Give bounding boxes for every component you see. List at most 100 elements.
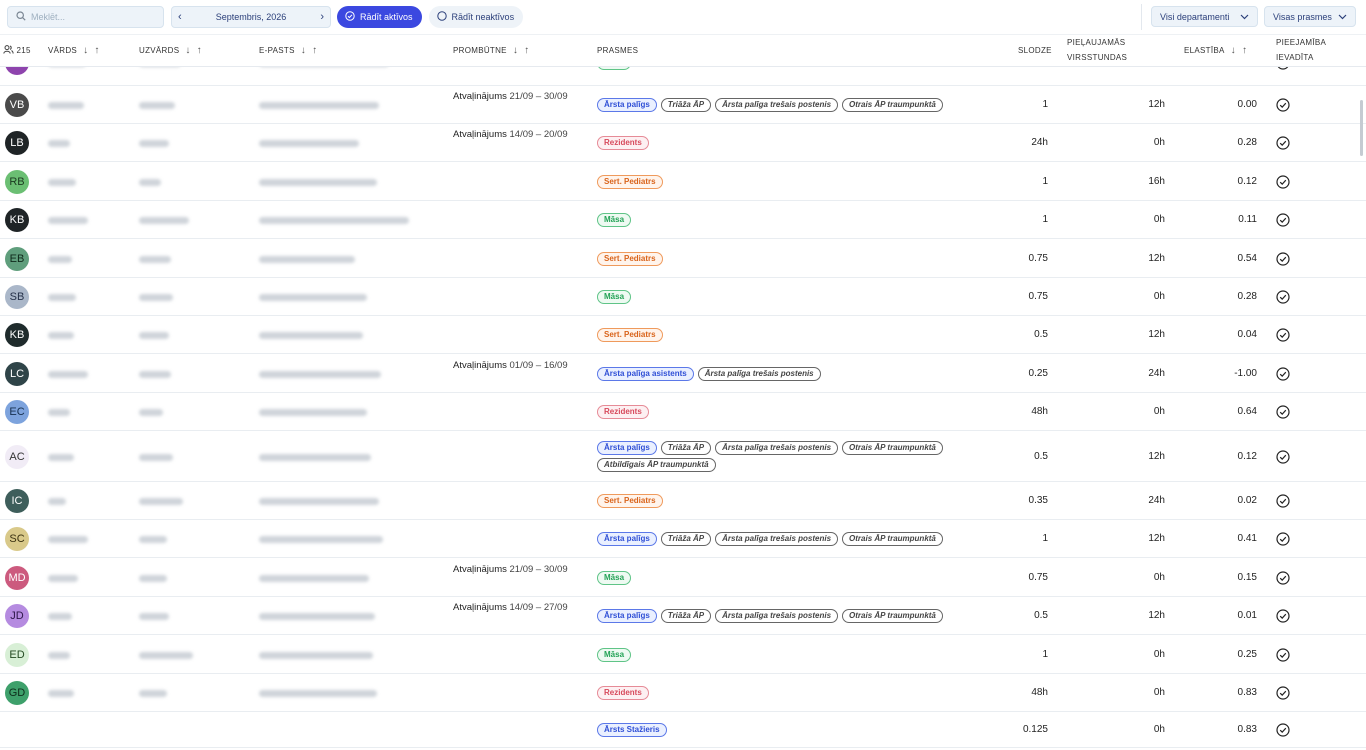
surname-placeholder — [139, 613, 169, 620]
sort-desc-icon[interactable]: ↓ — [513, 45, 518, 56]
table-row[interactable]: EB Sert. Pediatrs 0.75 12h 0.54 — [0, 239, 1366, 278]
absence-type: Atvaļinājums — [453, 563, 507, 575]
overtime-value: 0h — [1153, 571, 1165, 583]
skill-chip: Ārsta palīgs — [597, 440, 657, 455]
column-absence[interactable]: Prombūtne ↓ ↑ — [453, 43, 529, 59]
skills-list: Rezidents — [597, 405, 987, 419]
email-placeholder — [259, 102, 379, 109]
load-value: 48h — [1031, 406, 1048, 417]
skill-chip: Māsa — [597, 570, 632, 585]
sort-asc-icon[interactable]: ↑ — [524, 45, 529, 56]
table-row[interactable]: SC Ārsta palīgs Triāža ĀP Ārsta palīga treš… — [0, 520, 1366, 558]
sort-desc-icon[interactable]: ↓ — [1231, 45, 1236, 56]
departments-dropdown[interactable]: Visi departamenti — [1151, 6, 1258, 27]
surname-placeholder — [139, 102, 175, 109]
skill-chip: Otrais ĀP traumpunktā — [842, 609, 943, 623]
table-row[interactable]: IC Sert. Pediatrs 0.35 24h 0.02 — [0, 482, 1366, 520]
absence-dates: 01/09 – 16/09 — [509, 359, 568, 371]
column-skills: Prasmes — [597, 46, 639, 55]
name-placeholder — [48, 178, 76, 186]
absence-dates: 14/09 – 27/09 — [509, 602, 568, 613]
name-placeholder — [48, 613, 72, 620]
email-placeholder — [259, 217, 409, 224]
skill-chip: Atbildīgais ĀP traumpunktā — [597, 457, 716, 472]
table-row[interactable]: KB Sert. Pediatrs 0.5 12h 0.04 — [0, 316, 1366, 354]
email-placeholder — [259, 409, 367, 416]
flex-value: 0.00 — [1237, 99, 1257, 110]
absence-dates: 14/09 – 20/09 — [509, 129, 568, 140]
table-row[interactable]: GD Rezidents 48h 0h 0.83 — [0, 674, 1366, 712]
table-row[interactable]: KB Māsa 1 0h 0.11 — [0, 201, 1366, 239]
table-row[interactable]: LB Atvaļinājums 14/09 – 20/09 Rezidents 24h… — [0, 124, 1366, 162]
overtime-value: 12h — [1148, 610, 1165, 621]
table-row[interactable]: AC Ārsta palīgs Triāža ĀP Ārsta palīga treš… — [0, 431, 1366, 482]
table-row[interactable]: LC Atvaļinājums 01/09 – 16/09 Ārsta palīga… — [0, 354, 1366, 393]
skills-list: Ārsta palīgs Triāža ĀP Ārsta palīga trešai… — [597, 440, 987, 472]
column-availability-line2: ievadīta — [1276, 53, 1314, 62]
avatar: EB — [5, 246, 29, 271]
table-row[interactable]: ED Māsa 1 0h 0.25 — [0, 635, 1366, 674]
email-placeholder — [259, 651, 373, 659]
sort-asc-icon[interactable]: ↑ — [1242, 45, 1247, 56]
overtime-value: 24h — [1148, 367, 1165, 379]
column-surname[interactable]: Uzvārds ↓ ↑ — [139, 43, 202, 59]
table-row[interactable]: SB Māsa 0.75 0h 0.28 — [0, 278, 1366, 316]
email-placeholder — [259, 294, 367, 301]
table-row[interactable]: EC Rezidents 48h 0h 0.64 — [0, 393, 1366, 431]
load-value: 1 — [1042, 99, 1048, 110]
next-month-icon[interactable]: › — [320, 11, 324, 23]
sort-asc-icon[interactable]: ↑ — [312, 45, 317, 56]
search-input[interactable] — [31, 12, 151, 22]
table-row[interactable]: VB Atvaļinājums 21/09 – 30/09 Ārsta palīgs… — [0, 86, 1366, 124]
skill-chip: Rezidents — [597, 686, 649, 700]
table-row[interactable]: MD Atvaļinājums 21/09 – 30/09 Māsa 0.75 0h 0.… — [0, 558, 1366, 597]
sort-asc-icon[interactable]: ↑ — [197, 45, 202, 56]
check-circle-icon — [1276, 98, 1290, 117]
surname-placeholder — [139, 217, 189, 224]
skill-chip: Māsa — [597, 290, 632, 304]
column-email[interactable]: E-pasts ↓ ↑ — [259, 43, 317, 59]
column-flex[interactable]: Elastība ↓ ↑ — [1184, 43, 1247, 59]
scrollbar[interactable] — [1360, 100, 1363, 156]
email-placeholder — [259, 332, 363, 339]
skill-chip: Triāža ĀP — [660, 98, 712, 112]
column-name[interactable]: Vārds ↓ ↑ — [48, 43, 100, 59]
table-row[interactable]: RB Sert. Pediatrs 1 16h 0.12 — [0, 162, 1366, 201]
overtime-value: 12h — [1148, 533, 1165, 544]
skill-chip: Ārsta palīga trešais postenis — [715, 440, 839, 455]
prev-month-icon[interactable]: ‹ — [178, 11, 182, 23]
skills-list: Ārsta palīgs Triāža ĀP Ārsta palīga trešai… — [597, 609, 987, 623]
sort-desc-icon[interactable]: ↓ — [301, 45, 306, 56]
show-active-button[interactable]: Rādīt aktīvos — [337, 6, 422, 28]
surname-placeholder — [139, 255, 171, 263]
email-placeholder — [259, 498, 379, 505]
skills-list: Māsa — [597, 570, 987, 585]
surname-placeholder — [139, 536, 167, 543]
people-icon — [3, 45, 14, 54]
sort-desc-icon[interactable]: ↓ — [83, 45, 88, 56]
surname-placeholder — [139, 498, 183, 505]
overtime-value: 12h — [1148, 99, 1165, 110]
flex-value: 0.15 — [1237, 571, 1257, 583]
table-row[interactable]: Ārsts Stažieris 0.125 0h 0.83 — [0, 712, 1366, 748]
table-row[interactable]: JD Atvaļinājums 14/09 – 27/09 Ārsta palīgs… — [0, 597, 1366, 635]
load-value: 0.75 — [1028, 252, 1048, 264]
month-selector: ‹ Septembris, 2026 › — [171, 6, 331, 28]
skill-chip: Sert. Pediatrs — [597, 494, 663, 508]
absence-type: Atvaļinājums — [453, 602, 507, 613]
column-load: Slodze — [1018, 46, 1052, 55]
skills-dropdown[interactable]: Visas prasmes — [1264, 6, 1356, 27]
absence-info: Atvaļinājums 14/09 – 20/09 — [453, 129, 568, 140]
show-inactive-button[interactable]: Rādīt neaktīvos — [428, 6, 524, 28]
sort-desc-icon[interactable]: ↓ — [185, 45, 190, 56]
flex-value: 0.02 — [1237, 495, 1257, 506]
check-circle-icon — [1276, 723, 1290, 742]
sort-asc-icon[interactable]: ↑ — [94, 45, 99, 56]
skill-chip: Ārsta palīga trešais postenis — [715, 532, 839, 546]
skills-list: Sert. Pediatrs — [597, 328, 987, 342]
name-placeholder — [48, 140, 70, 147]
name-placeholder — [48, 690, 74, 697]
skill-chip: Sert. Pediatrs — [597, 328, 663, 342]
search-box[interactable] — [7, 6, 164, 28]
skills-list: Māsa — [597, 290, 987, 304]
